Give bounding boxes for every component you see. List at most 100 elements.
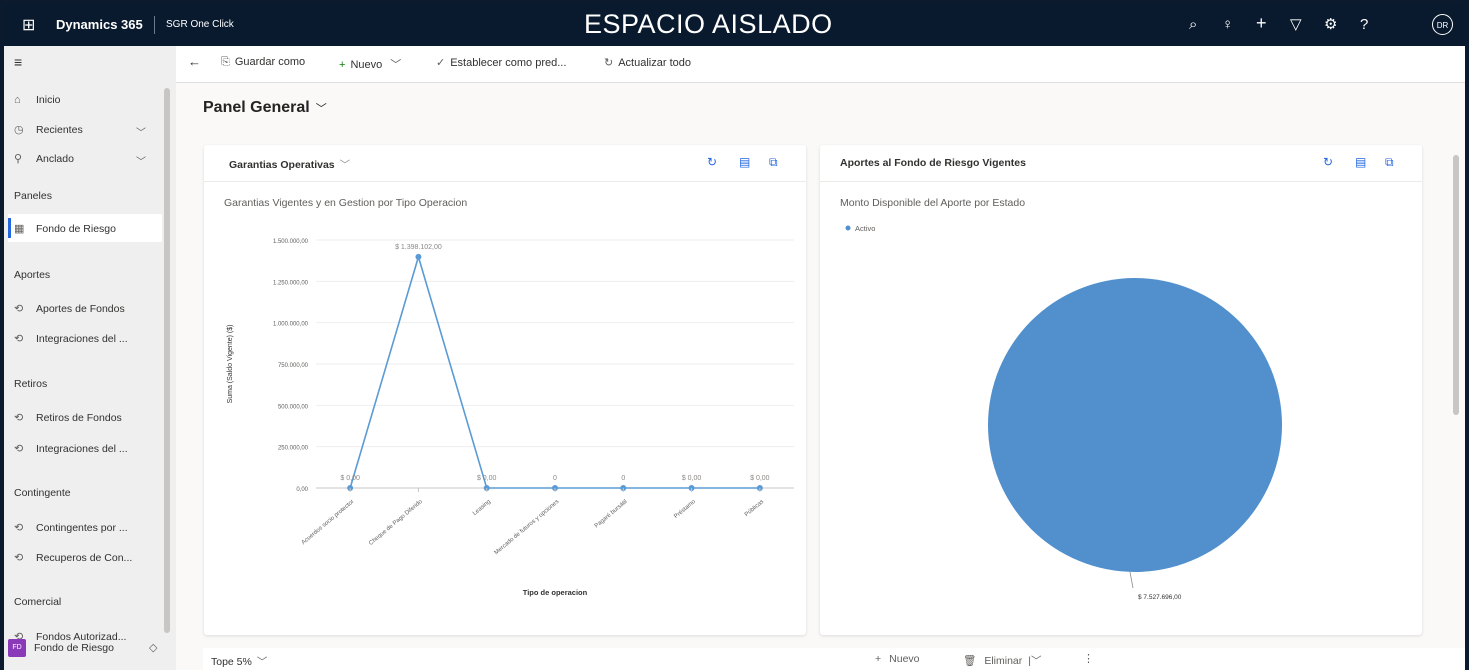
x-tick-label: Públicas [744,499,765,518]
back-arrow-icon[interactable]: ← [188,54,201,69]
x-tick-label: Pagaré bursátil [594,499,629,530]
sidebar-scrollbar[interactable] [164,88,170,633]
clock-icon: ◷ [14,124,24,136]
plus-icon: + [339,59,346,71]
sidebar-selection-indicator [8,218,11,238]
app-launcher-icon[interactable]: ⊞ [22,17,40,35]
section-heading-comercial: Comercial [14,596,62,608]
data-label: $ 0,00 [477,475,497,482]
card-title[interactable]: Aportes al Fondo de Riesgo Vigentes [840,157,1026,169]
x-tick-label: Préstamo [673,499,697,521]
chart-subtitle: Garantias Vigentes y en Gestion por Tipo… [224,197,468,209]
sidebar-item-retiros-fondos[interactable]: ⟲ Retiros de Fondos [14,411,122,424]
chart-subtitle: Monto Disponible del Aporte por Estado [840,197,1026,209]
sidebar-item-integraciones-aportes[interactable]: ⟲ Integraciones del ... [14,332,128,345]
data-label: 0 [621,475,625,482]
chevron-down-icon: ﹀ [256,656,268,668]
sidebar-item-fondo-de-riesgo[interactable]: ▦ Fondo de Riesgo [14,222,116,235]
lightbulb-icon[interactable]: ♀ [1222,16,1233,34]
series-line [349,254,760,489]
avatar[interactable]: DR [1432,14,1453,35]
more-options-icon[interactable]: ⋮ [1083,652,1094,665]
help-icon[interactable]: ? [1360,16,1368,34]
sidebar-item-recuperos[interactable]: ⟲ Recuperos de Con... [14,551,132,564]
sandbox-label: ESPACIO AISLADO [584,9,833,39]
new-button[interactable]: + Nuevo ﹀ [339,56,401,72]
divider [154,16,155,34]
app-name[interactable]: Dynamics 365 [56,17,143,32]
entity-icon: ⟲ [14,333,24,345]
data-label: $ 0,00 [682,475,702,482]
sidebar-item-contingentes[interactable]: ⟲ Contingentes por ... [14,521,128,534]
legend-label: Activo [855,224,875,233]
export-icon[interactable]: ▤ [1355,155,1366,169]
chevron-down-icon[interactable]: ﹀ [340,159,351,171]
hamburger-menu-icon[interactable]: ≡ [14,54,22,70]
data-label: $ 7.527.696,00 [1138,594,1182,601]
set-default-button[interactable]: ✓ Establecer como pred... [436,56,566,69]
main-scrollbar[interactable] [1453,155,1459,415]
sidebar-item-home[interactable]: ⌂ Inicio [14,94,61,106]
plus-icon[interactable]: + [1256,14,1267,32]
area-switcher-badge[interactable]: FD [8,639,26,657]
new-record-button[interactable]: + Nuevo [875,653,920,665]
area-switcher-label[interactable]: Fondo de Riesgo [34,642,114,654]
environment-name[interactable]: SGR One Click [166,19,234,30]
x-tick-label: Acuerdos socio protector [301,499,356,546]
switch-area-icon[interactable]: ◇ [149,641,157,654]
data-label: $ 1.398.102,00 [395,244,442,251]
sidebar-item-aportes-fondos[interactable]: ⟲ Aportes de Fondos [14,302,125,315]
refresh-icon[interactable]: ↻ [707,155,717,169]
view-selector[interactable]: Tope 5% ﹀ [211,654,267,669]
chevron-down-icon[interactable]: ﹀ [136,153,146,168]
entity-icon: ⟲ [14,412,24,424]
refresh-icon: ↻ [604,57,614,69]
card-title[interactable]: Garantias Operativas ﹀ [229,157,350,172]
export-icon[interactable]: ▤ [739,155,750,169]
chevron-down-icon[interactable]: |﹀ [1028,655,1041,667]
sidebar-item-pinned[interactable]: ⚲ Anclado [14,152,74,165]
y-tick-label: 250.000,00 [278,446,309,452]
dashboard-icon: ▦ [14,223,25,235]
chart-card-garantias: Garantias Operativas ﹀ ↻ ▤ ⧉ Garantias Vi… [204,145,806,635]
chevron-down-icon[interactable]: ﹀ [316,103,327,115]
card-header: Aportes al Fondo de Riesgo Vigentes ↻ ▤ … [820,145,1422,182]
refresh-all-button[interactable]: ↻ Actualizar todo [604,56,691,69]
pin-icon: ⚲ [14,153,23,165]
section-heading-retiros: Retiros [14,378,48,390]
legend-marker [845,225,851,231]
command-bar: ← ⎘ Guardar como + Nuevo ﹀ ✓ Establecer como… [176,46,1465,83]
y-tick-label: 750.000,00 [278,363,309,369]
line-chart: 0,00 250.000,00 500.000,00 750.000,00 1.000.… [227,239,794,597]
data-label: $ 0,00 [750,475,770,482]
data-point [415,253,422,260]
checkmark-icon: ✓ [436,57,446,69]
page-title[interactable]: Panel General ﹀ [203,99,327,117]
sidebar-item-recent[interactable]: ◷ Recientes [14,123,83,136]
chart-card-aportes: Aportes al Fondo de Riesgo Vigentes ↻ ▤ … [820,145,1422,635]
filter-icon[interactable]: ▽ [1290,16,1302,34]
x-tick-label: Mercado de futuros y opciones [494,499,561,556]
chevron-down-icon: ﹀ [390,59,402,71]
y-tick-label: 0,00 [296,487,308,493]
sidebar-item-integraciones-retiros[interactable]: ⟲ Integraciones del ... [14,442,128,455]
expand-icon[interactable]: ⧉ [1385,155,1394,170]
y-axis-title: Suma (Saldo Vigente) ($) [227,325,234,404]
y-tick-label: 1.250.000,00 [273,280,309,286]
save-as-button[interactable]: ⎘ Guardar como [221,56,305,69]
y-tick-label: 1.500.000,00 [273,239,309,245]
delete-button[interactable]: 🗑 Eliminar |﹀ [963,653,1042,668]
top-navigation-bar: ⊞ Dynamics 365 SGR One Click ESPACIO AIS… [4,5,1465,46]
gear-icon[interactable]: ⚙ [1324,16,1337,34]
card-header: Garantias Operativas ﹀ ↻ ▤ ⧉ [204,145,806,182]
y-tick-label: 500.000,00 [278,404,309,410]
section-heading-aportes: Aportes [14,269,51,281]
trash-icon: 🗑 [963,655,977,667]
refresh-icon[interactable]: ↻ [1323,155,1333,169]
entity-icon: ⟲ [14,552,24,564]
pie-slice [988,278,1282,572]
x-tick-label: Cheque de Pago Diferido [368,499,424,547]
chevron-down-icon[interactable]: ﹀ [136,124,146,139]
search-icon[interactable]: ⌕ [1189,16,1197,34]
expand-icon[interactable]: ⧉ [769,155,778,170]
